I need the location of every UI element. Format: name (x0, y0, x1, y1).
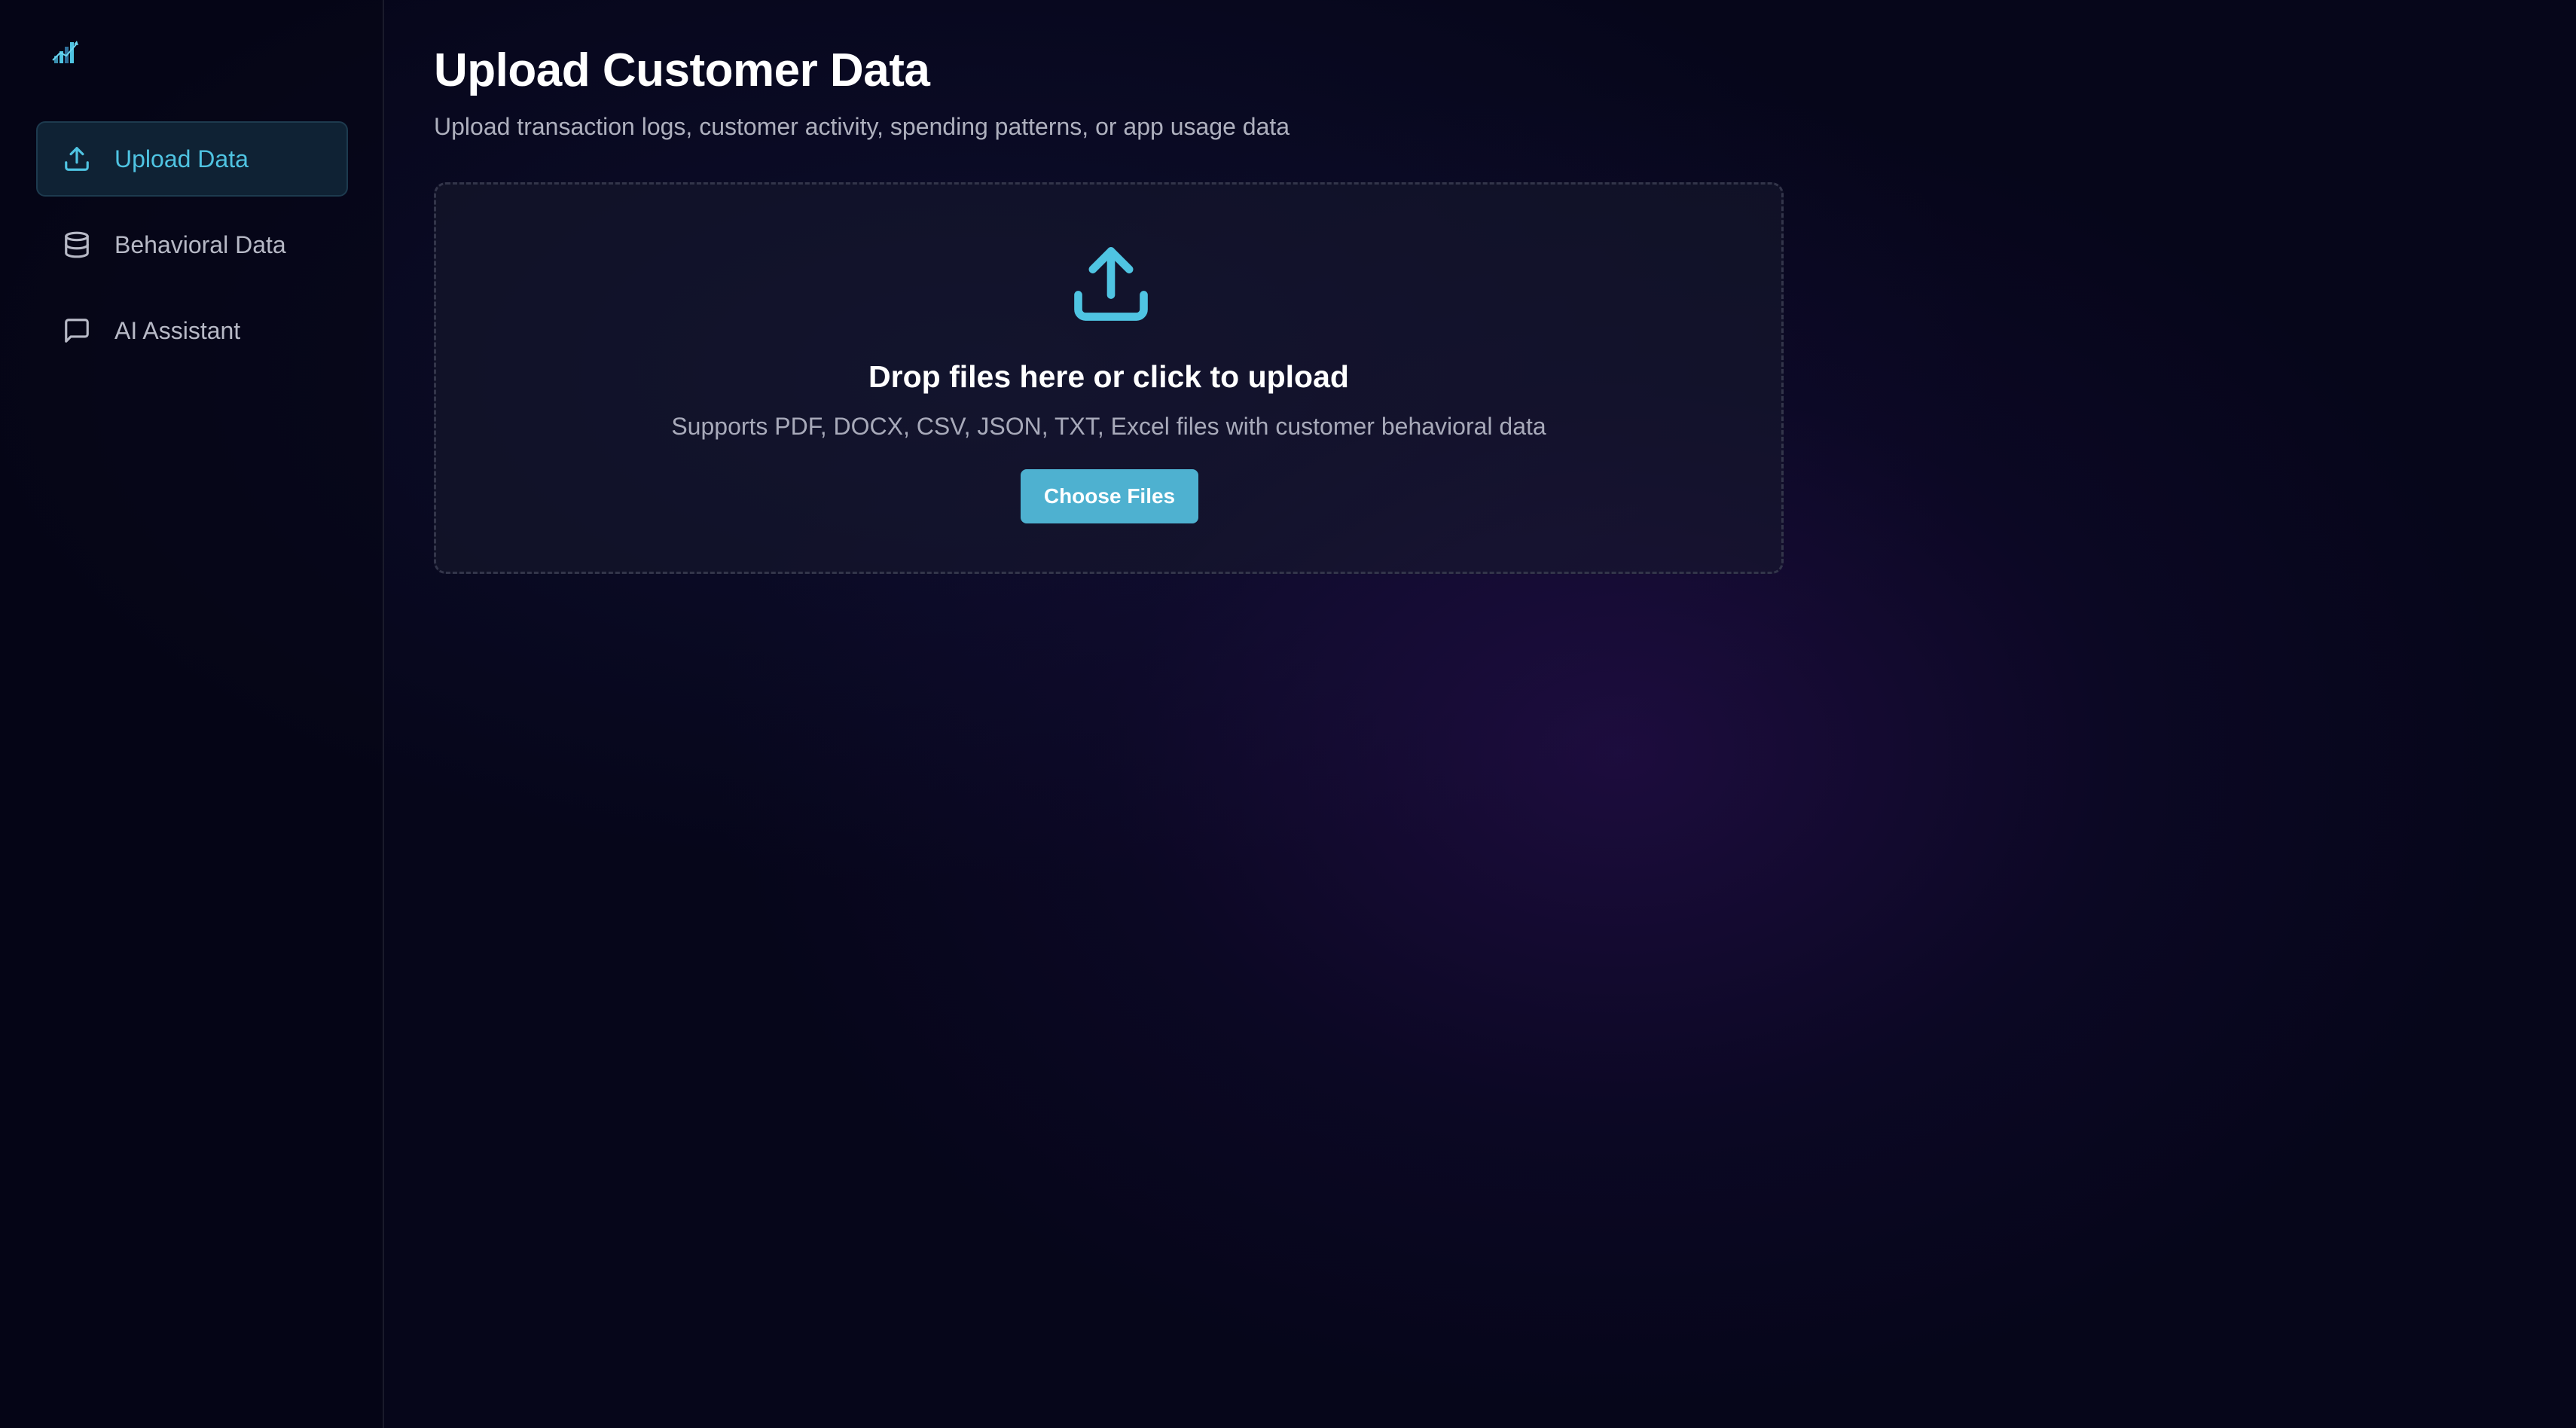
database-icon (62, 230, 92, 260)
sidebar-item-ai-assistant[interactable]: AI Assistant (36, 293, 348, 368)
upload-icon (1067, 240, 1155, 328)
page-subtitle: Upload transaction logs, customer activi… (434, 113, 1290, 140)
sidebar-nav: Upload Data Behavioral Data AI Assistant (36, 121, 348, 379)
sidebar-item-label: AI Assistant (114, 317, 241, 344)
sidebar-item-behavioral-data[interactable]: Behavioral Data (36, 207, 348, 282)
dropzone-title: Drop files here or click to upload (868, 359, 1349, 394)
sidebar-item-label: Behavioral Data (114, 231, 286, 258)
chart-bars-logo-icon[interactable] (50, 38, 81, 69)
upload-icon (62, 144, 92, 174)
sidebar-item-upload-data[interactable]: Upload Data (36, 121, 348, 197)
file-dropzone[interactable]: Drop files here or click to upload Suppo… (434, 182, 1784, 574)
choose-files-button[interactable]: Choose Files (1021, 469, 1198, 523)
sidebar: Upload Data Behavioral Data AI Assistant (0, 0, 384, 1428)
sidebar-item-label: Upload Data (114, 145, 249, 172)
message-square-icon (62, 316, 92, 346)
dropzone-supported-formats: Supports PDF, DOCX, CSV, JSON, TXT, Exce… (671, 413, 1546, 440)
page-title: Upload Customer Data (434, 44, 930, 96)
